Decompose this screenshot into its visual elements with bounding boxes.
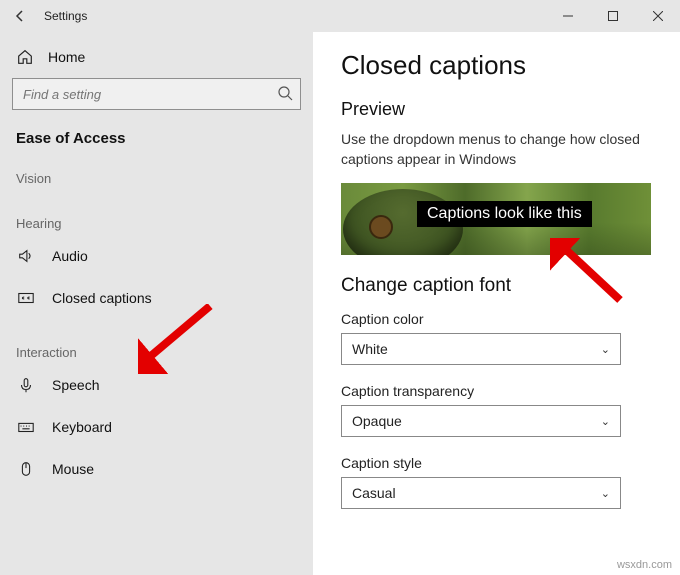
- closed-captions-icon: [16, 289, 36, 307]
- titlebar: Settings: [0, 0, 680, 32]
- select-value: Opaque: [352, 413, 402, 429]
- field-caption-style: Caption style Casual ⌄: [341, 455, 652, 509]
- sidebar-item-mouse[interactable]: Mouse: [0, 448, 313, 490]
- sidebar-item-home[interactable]: Home: [0, 32, 313, 78]
- mouse-icon: [16, 460, 36, 478]
- sidebar-item-closed-captions[interactable]: Closed captions: [0, 277, 313, 319]
- watermark: wsxdn.com: [617, 559, 672, 571]
- main-content: Closed captions Preview Use the dropdown…: [313, 32, 680, 575]
- close-icon: [653, 11, 663, 21]
- sidebar-category-hearing: Hearing: [0, 208, 313, 235]
- chevron-down-icon: ⌄: [601, 487, 610, 500]
- preview-door: [369, 215, 393, 239]
- change-font-heading: Change caption font: [341, 275, 652, 297]
- speech-icon: [16, 376, 36, 394]
- field-label: Caption transparency: [341, 383, 652, 399]
- maximize-icon: [608, 11, 618, 21]
- sidebar: Home Ease of Access Vision Hearing Audio…: [0, 32, 313, 575]
- close-button[interactable]: [635, 0, 680, 32]
- preview-heading: Preview: [341, 99, 652, 120]
- caption-preview: Captions look like this: [341, 183, 651, 255]
- sidebar-item-speech[interactable]: Speech: [0, 364, 313, 406]
- sidebar-subheader: Ease of Access: [0, 124, 313, 163]
- keyboard-icon: [16, 418, 36, 436]
- sidebar-item-label: Mouse: [52, 461, 94, 477]
- minimize-button[interactable]: [545, 0, 590, 32]
- audio-icon: [16, 247, 36, 265]
- minimize-icon: [563, 11, 573, 21]
- home-icon: [16, 48, 34, 66]
- maximize-button[interactable]: [590, 0, 635, 32]
- sidebar-item-label: Speech: [52, 377, 99, 393]
- page-title: Closed captions: [341, 50, 652, 81]
- select-caption-color[interactable]: White ⌄: [341, 333, 621, 365]
- select-value: Casual: [352, 485, 396, 501]
- sidebar-item-label: Audio: [52, 248, 88, 264]
- select-caption-transparency[interactable]: Opaque ⌄: [341, 405, 621, 437]
- search-input[interactable]: [12, 78, 301, 110]
- sidebar-item-label: Keyboard: [52, 419, 112, 435]
- field-label: Caption style: [341, 455, 652, 471]
- caption-sample-text: Captions look like this: [417, 201, 592, 227]
- field-caption-transparency: Caption transparency Opaque ⌄: [341, 383, 652, 437]
- field-label: Caption color: [341, 311, 652, 327]
- sidebar-category-interaction: Interaction: [0, 337, 313, 364]
- chevron-down-icon: ⌄: [601, 415, 610, 428]
- sidebar-category-vision: Vision: [0, 163, 313, 190]
- sidebar-item-label: Closed captions: [52, 290, 152, 306]
- preview-description: Use the dropdown menus to change how clo…: [341, 130, 641, 169]
- select-caption-style[interactable]: Casual ⌄: [341, 477, 621, 509]
- sidebar-item-label: Home: [48, 49, 85, 65]
- select-value: White: [352, 341, 388, 357]
- sidebar-item-audio[interactable]: Audio: [0, 235, 313, 277]
- window-title: Settings: [44, 9, 87, 23]
- search-icon: [277, 85, 293, 106]
- chevron-down-icon: ⌄: [601, 343, 610, 356]
- arrow-left-icon: [12, 8, 28, 24]
- sidebar-item-keyboard[interactable]: Keyboard: [0, 406, 313, 448]
- search-input-wrapper: [12, 78, 301, 110]
- back-button[interactable]: [0, 0, 40, 32]
- field-caption-color: Caption color White ⌄: [341, 311, 652, 365]
